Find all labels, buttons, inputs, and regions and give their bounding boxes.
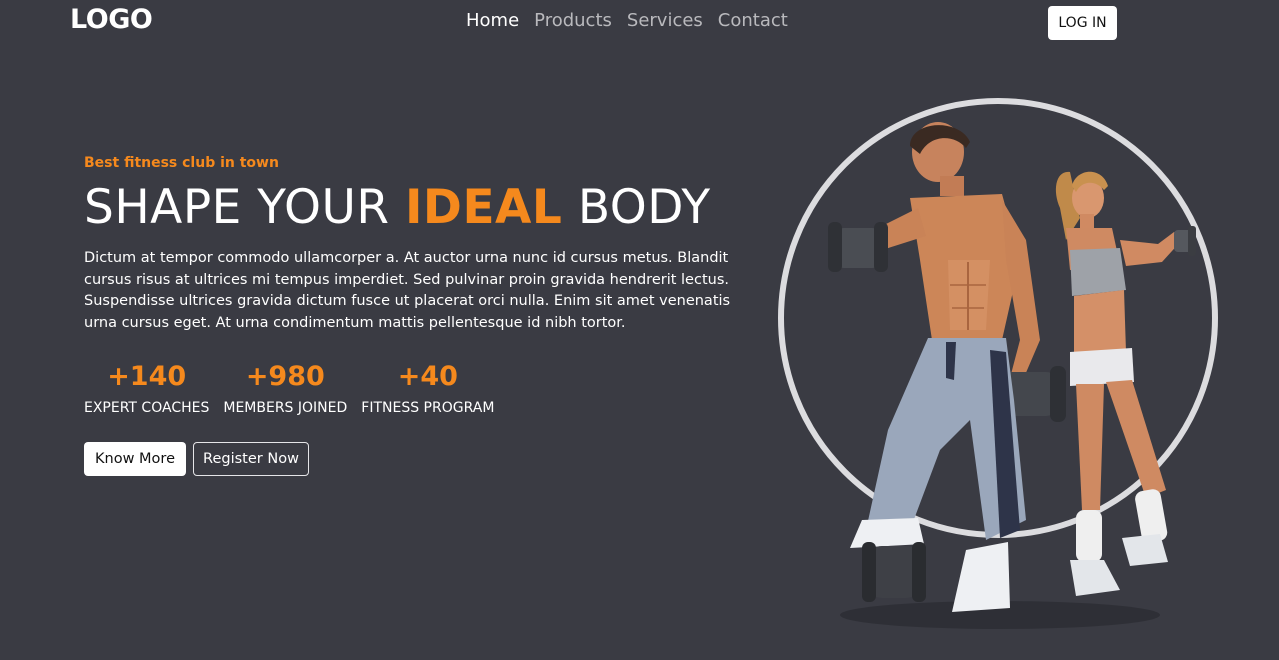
know-more-button[interactable]: Know More [84,442,186,476]
nav-products[interactable]: Products [534,10,612,31]
stat-label: EXPERT COACHES [84,400,210,416]
headline-start: SHAPE YOUR [84,180,405,235]
stats-row: +140 EXPERT COACHES +980 MEMBERS JOINED … [84,360,494,416]
stat-members: +980 MEMBERS JOINED [223,360,347,416]
stat-value: +140 [107,361,187,392]
stat-value: +980 [245,361,325,392]
stat-value: +40 [397,361,458,392]
headline-end: BODY [562,180,711,235]
hero-headline: SHAPE YOUR IDEAL BODY [84,180,711,235]
stat-label: FITNESS PROGRAM [361,400,495,416]
site-logo[interactable]: LOGO [70,4,153,35]
hero-tagline: Best fitness club in town [84,155,279,171]
register-now-button[interactable]: Register Now [193,442,309,476]
landing-page: LOGO Home Products Services Contact LOG … [0,0,1279,660]
hero-fitness-image [778,98,1218,629]
login-button[interactable]: LOG IN [1048,6,1117,40]
nav-home[interactable]: Home [466,10,519,31]
headline-accent: IDEAL [404,180,563,235]
hero-description: Dictum at tempor commodo ullamcorper a. … [84,250,731,332]
stat-coaches: +140 EXPERT COACHES [84,360,209,416]
stat-label: MEMBERS JOINED [223,400,348,416]
main-nav: Home Products Services Contact [466,10,788,31]
nav-contact[interactable]: Contact [718,10,788,31]
stat-programs: +40 FITNESS PROGRAM [361,360,494,416]
woman-figure [1055,171,1196,596]
man-figure [828,122,1066,612]
nav-services[interactable]: Services [627,10,703,31]
